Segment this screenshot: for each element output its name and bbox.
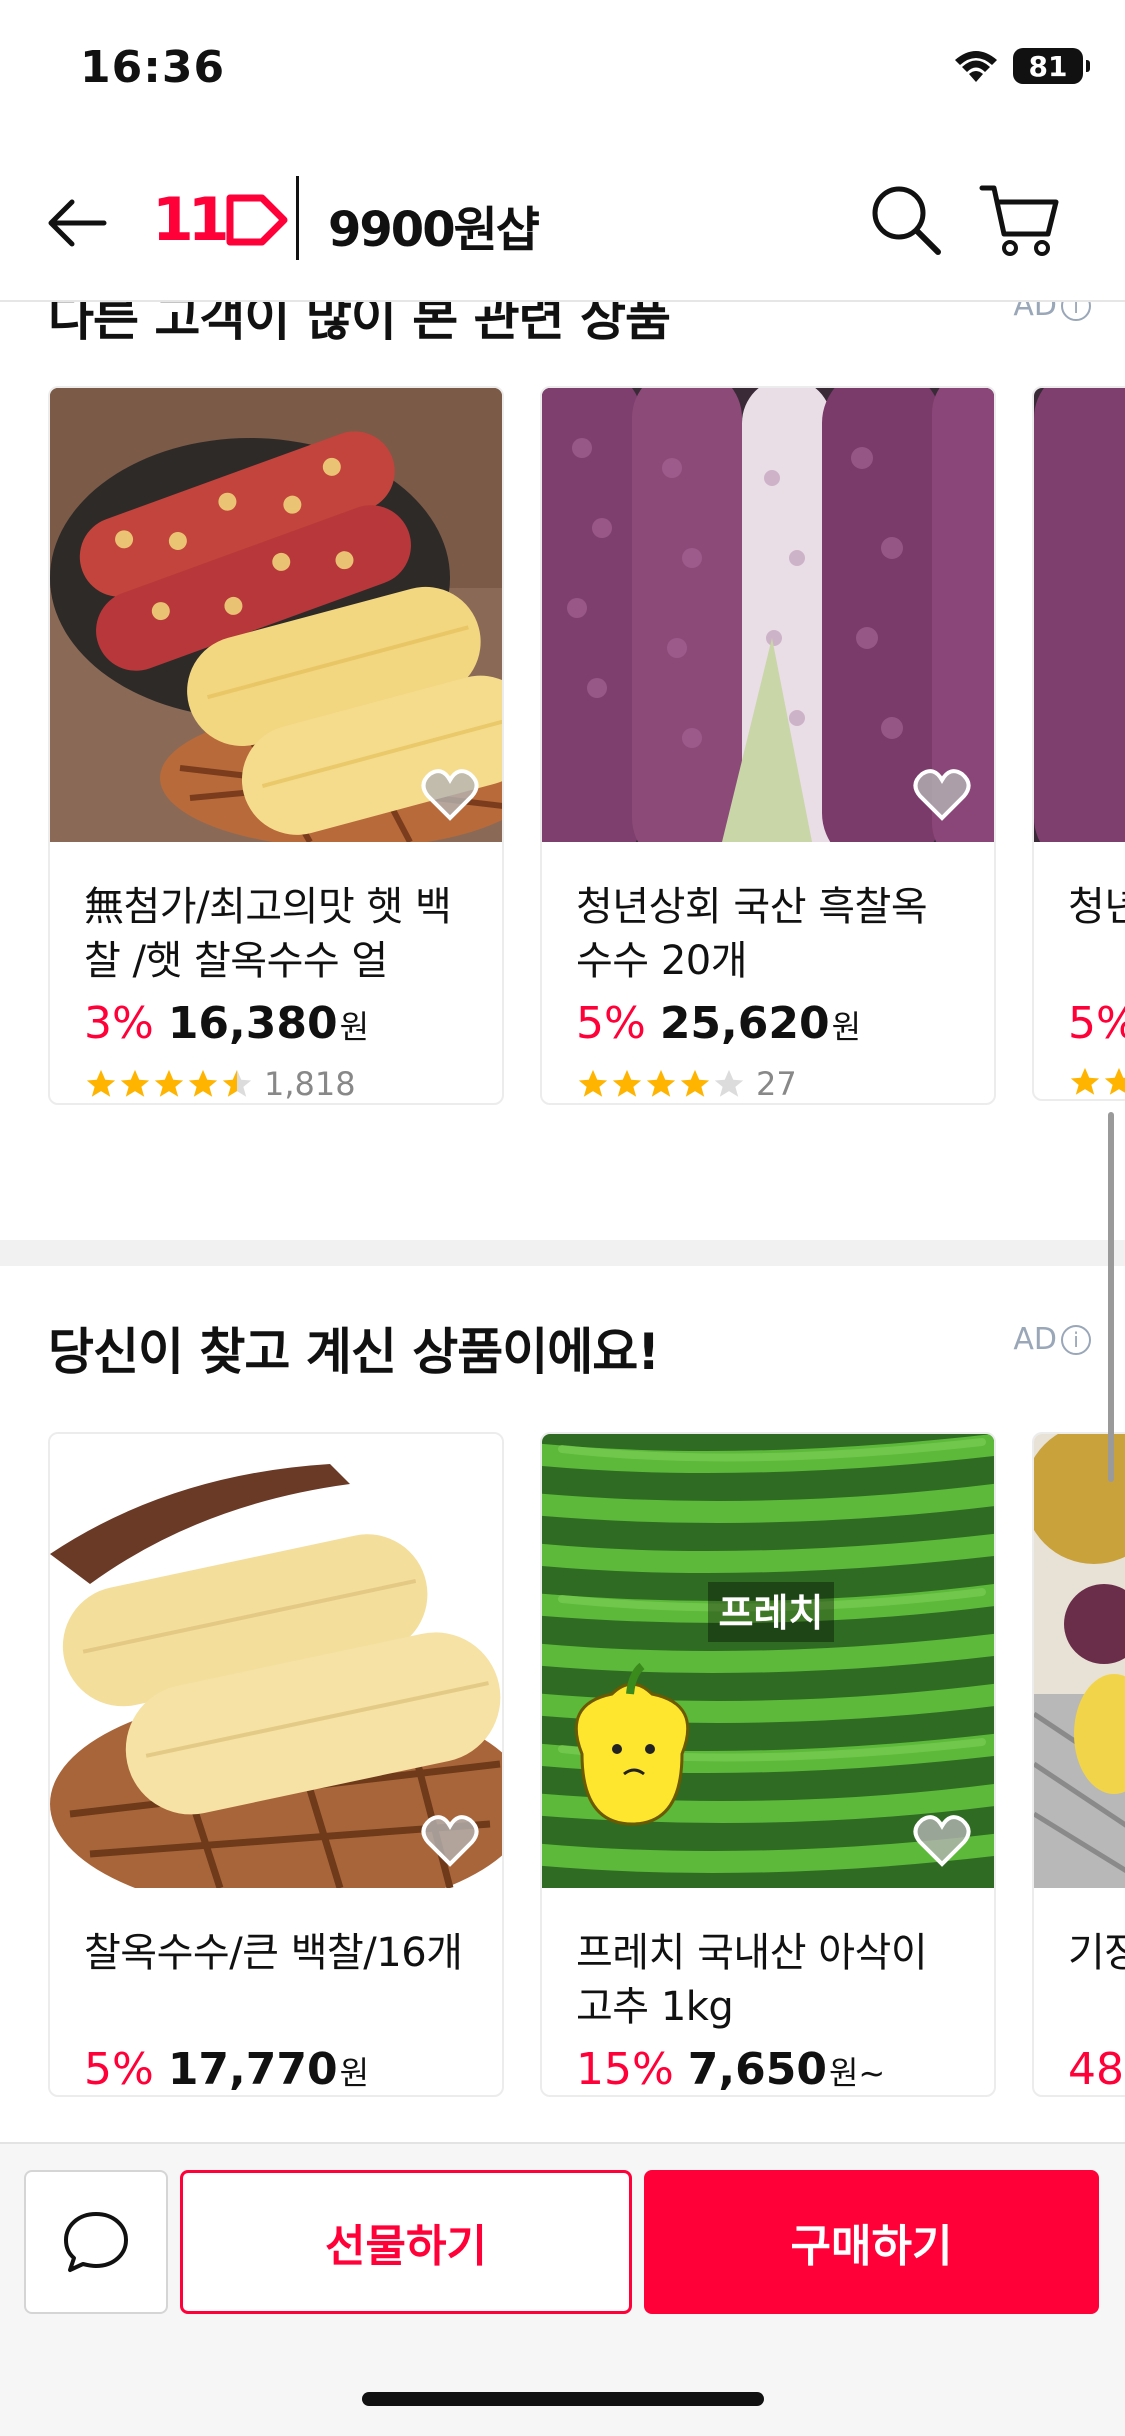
product-image xyxy=(542,388,994,842)
star-rating xyxy=(576,1067,746,1101)
discount-rate: 5% xyxy=(84,2044,154,2095)
currency: 원~ xyxy=(828,2054,886,2092)
top-nav: 11 9900원샵 xyxy=(0,140,1125,302)
rating-row: 27 xyxy=(576,1065,960,1103)
shop-name[interactable]: 9900원샵 xyxy=(328,190,540,260)
battery-icon: 81 xyxy=(1013,48,1090,84)
price: 16,380 xyxy=(167,998,338,1049)
product-card[interactable]: 청년상회 국산 흑찰옥수수 20개 5% 25,620 원 27 xyxy=(540,386,996,1105)
product-card[interactable]: 청년수수 5% xyxy=(1032,386,1125,1101)
heart-icon[interactable] xyxy=(912,766,972,822)
product-image xyxy=(50,1434,502,1888)
currency: 원 xyxy=(339,2054,370,2092)
gift-button[interactable]: 선물하기 xyxy=(180,2170,632,2314)
product-name: 기장게 설 xyxy=(1068,1930,1125,1976)
product-image: 프레치 xyxy=(542,1434,994,1888)
star-icon xyxy=(188,1069,218,1097)
product-name: 청년수수 xyxy=(1068,884,1125,930)
price-row: 5% 25,620 원 xyxy=(576,998,960,1049)
logo-divider xyxy=(296,176,299,260)
empty-star-icon xyxy=(714,1069,744,1097)
product-image xyxy=(1034,388,1125,842)
price-row: 5% xyxy=(1068,998,1125,1049)
status-time: 16:36 xyxy=(80,42,226,93)
discount-rate: 15% xyxy=(576,2044,674,2095)
currency: 원 xyxy=(831,1008,862,1046)
section-title: 당신이 찾고 계신 상품이에요! xyxy=(48,1323,660,1381)
star-icon xyxy=(86,1069,116,1097)
discount-rate: 3% xyxy=(84,998,154,1049)
discount-rate: 5% xyxy=(576,998,646,1049)
price-row: 5% 17,770 원 xyxy=(84,2044,468,2095)
product-card[interactable]: 프레치 프레치 국내산 아삭이 고추 1kg 15% 7,650 원~ xyxy=(540,1432,996,2097)
product-name: 청년상회 국산 흑찰옥수수 20개 xyxy=(576,884,928,984)
product-name: 無첨가/최고의맛 햇 백찰 /햇 찰옥수수 얼 xyxy=(84,884,452,984)
logo-arrow-icon xyxy=(226,194,287,246)
price-row: 3% 16,380 원 xyxy=(84,998,468,1049)
star-icon xyxy=(680,1069,710,1097)
chat-bubble-icon xyxy=(64,2212,128,2272)
home-indicator[interactable] xyxy=(362,2392,764,2406)
image-overlay-text: 프레치 xyxy=(719,1591,824,1635)
info-icon: i xyxy=(1061,1324,1091,1355)
cart-icon[interactable] xyxy=(978,178,1062,262)
star-icon xyxy=(646,1069,676,1097)
star-icon xyxy=(1104,1067,1125,1095)
rating-row: 1,818 xyxy=(84,1065,468,1103)
price-row: 15% 7,650 원~ xyxy=(576,2044,960,2095)
star-icon xyxy=(612,1069,642,1097)
star-icon xyxy=(120,1069,150,1097)
star-rating xyxy=(1068,1065,1125,1099)
price: 17,770 xyxy=(167,2044,338,2095)
product-image xyxy=(1034,1434,1125,1888)
star-icon xyxy=(578,1069,608,1097)
scrollbar[interactable] xyxy=(1108,1112,1114,1482)
status-bar: 16:36 81 xyxy=(0,0,1125,140)
product-card[interactable]: 無첨가/최고의맛 햇 백찰 /햇 찰옥수수 얼 3% 16,380 원 1,81… xyxy=(48,386,504,1105)
product-image xyxy=(50,388,502,842)
status-icons: 81 xyxy=(953,48,1090,84)
11st-logo[interactable]: 11 xyxy=(152,180,290,260)
star-rating xyxy=(84,1067,254,1101)
wifi-icon xyxy=(953,48,999,84)
back-arrow-icon[interactable] xyxy=(42,188,112,258)
rating-row xyxy=(1068,1065,1125,1099)
discount-rate: 5% xyxy=(1068,998,1125,1049)
product-card[interactable]: 찰옥수수/큰 백찰/16개 5% 17,770 원 xyxy=(48,1432,504,2097)
star-icon xyxy=(154,1069,184,1097)
search-icon[interactable] xyxy=(866,180,946,260)
half-star-icon xyxy=(222,1069,252,1097)
discount-rate: 48 xyxy=(1068,2044,1124,2095)
chat-button[interactable] xyxy=(24,2170,168,2314)
star-icon xyxy=(1070,1067,1100,1095)
currency: 원 xyxy=(339,1008,370,1046)
ad-label[interactable]: AD i xyxy=(1013,1322,1091,1357)
product-name: 프레치 국내산 아삭이 고추 1kg xyxy=(576,1930,928,2030)
recommended-products-section: 당신이 찾고 계신 상품이에요! AD i 찰옥수수/큰 백찰/16개 5% 1… xyxy=(0,1266,1125,2142)
heart-icon[interactable] xyxy=(420,766,480,822)
review-count: 27 xyxy=(756,1065,797,1103)
product-card[interactable]: 기장게 설 48 xyxy=(1032,1432,1125,2097)
buy-button[interactable]: 구매하기 xyxy=(644,2170,1099,2314)
related-products-section: 다른 고객이 많이 본 관련 상품 AD i 無첨가/최고의맛 햇 백찰 /햇 … xyxy=(0,260,1125,1240)
price: 25,620 xyxy=(659,998,830,1049)
section-divider xyxy=(0,1240,1125,1266)
heart-icon[interactable] xyxy=(912,1812,972,1868)
price-row: 48 xyxy=(1068,2044,1125,2095)
review-count: 1,818 xyxy=(264,1065,356,1103)
heart-icon[interactable] xyxy=(420,1812,480,1868)
price: 7,650 xyxy=(687,2044,827,2095)
product-name: 찰옥수수/큰 백찰/16개 xyxy=(84,1930,463,1976)
